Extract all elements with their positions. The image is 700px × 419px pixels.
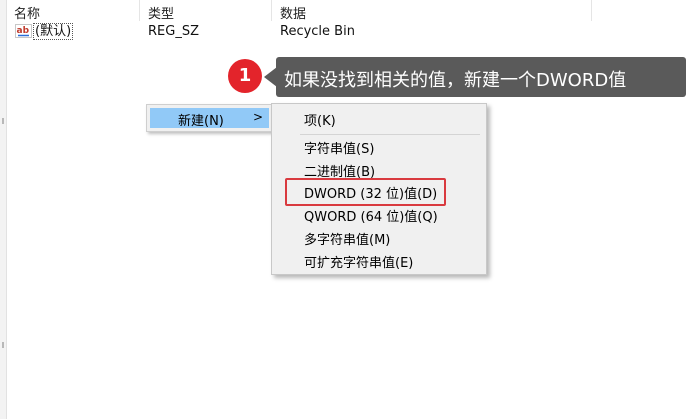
submenu-arrow-icon: > [252,110,263,124]
svg-text:ab: ab [17,26,30,36]
left-pane-scrollbar[interactable] [0,0,7,419]
list-header: 名称 类型 数据 [7,0,700,22]
callout-text: 如果没找到相关的值，新建一个DWORD值 [284,70,627,91]
table-row[interactable]: ab (默认) REG_SZ Recycle Bin [7,22,700,42]
submenu-item-string-value[interactable]: 字符串值(S) [304,138,374,157]
menu-item-new[interactable]: 新建(N) > [150,108,269,129]
dword-emphasis-box [285,178,446,206]
submenu-item-key[interactable]: 项(K) [304,110,336,129]
step-number-badge: 1 [228,59,262,93]
context-menu: 新建(N) > [146,104,274,132]
column-header-name[interactable]: 名称 [14,3,40,22]
value-type: REG_SZ [148,24,199,39]
menu-separator [300,134,480,135]
submenu-item-expandable-string-value[interactable]: 可扩充字符串值(E) [304,252,413,271]
step-callout: 1 如果没找到相关的值，新建一个DWORD值 [228,55,686,97]
callout-bubble: 如果没找到相关的值，新建一个DWORD值 [276,57,686,97]
submenu-item-multi-string-value[interactable]: 多字符串值(M) [304,229,390,248]
column-header-data[interactable]: 数据 [280,3,306,22]
column-separator[interactable] [139,0,140,21]
scroll-tick [2,342,4,348]
value-data: Recycle Bin [280,24,355,39]
column-header-type[interactable]: 类型 [148,3,174,22]
scroll-tick [2,118,4,124]
column-separator[interactable] [591,0,592,21]
menu-item-label: 新建(N) [178,114,224,129]
string-value-icon: ab [15,24,32,38]
value-name: (默认) [33,23,74,40]
column-separator[interactable] [271,0,272,21]
submenu-item-qword-value[interactable]: QWORD (64 位)值(Q) [304,206,438,225]
